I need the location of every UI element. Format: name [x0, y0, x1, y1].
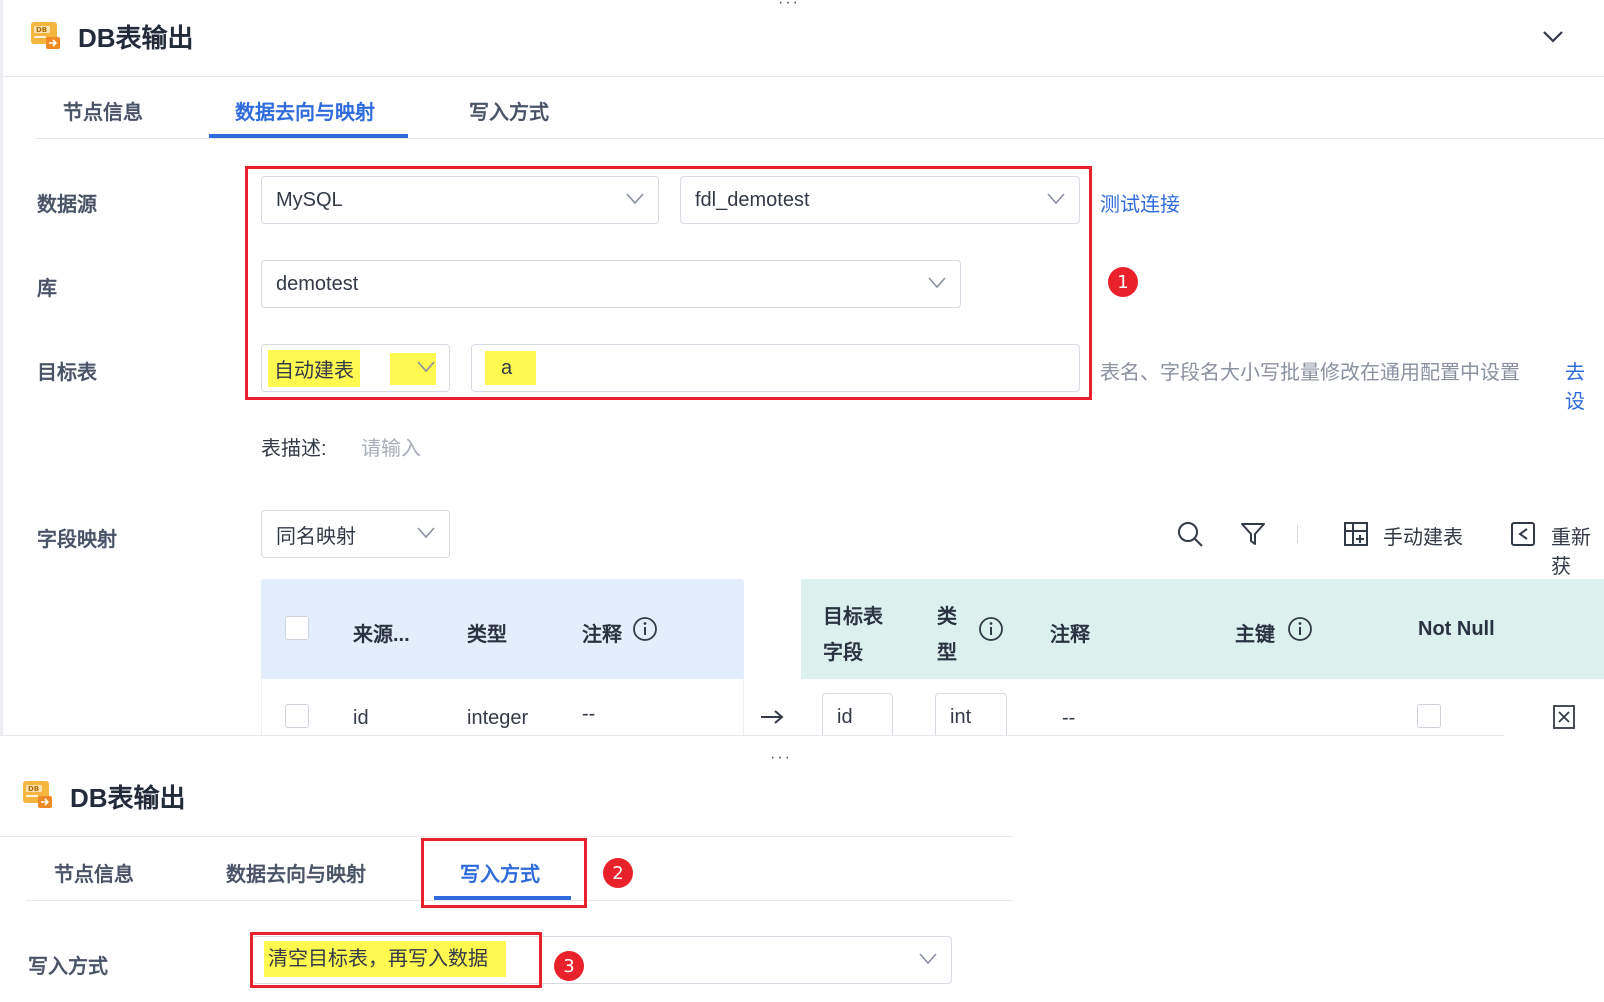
source-select-all-checkbox[interactable]	[285, 616, 309, 640]
field-mapping-mode-value: 同名映射	[276, 525, 356, 548]
drag-handle-dots[interactable]: ···	[778, 0, 800, 12]
source-col-name: 来源...	[353, 624, 410, 646]
source-row-name: id	[353, 707, 369, 729]
table-desc-label: 表描述:	[261, 438, 327, 460]
info-icon	[979, 617, 1003, 641]
target-col-field-line2: 字段	[823, 642, 863, 664]
target-row-comment: --	[1062, 707, 1076, 729]
test-connection-link[interactable]: 测试连接	[1100, 188, 1180, 217]
tabs-divider	[35, 138, 1604, 139]
target-field-value: id	[837, 705, 853, 728]
db-output-icon: DB	[23, 781, 52, 808]
case-setting-hint: 表名、字段名大小写批量修改在通用配置中设置	[1100, 362, 1520, 384]
manual-create-table-icon	[1344, 522, 1368, 546]
toolbar-divider	[1297, 525, 1298, 543]
target-type-input[interactable]: int	[935, 693, 1007, 741]
target-col-type-line1: 类	[937, 606, 957, 628]
db-output-icon: DB	[31, 22, 60, 49]
target-field-input[interactable]: id	[822, 693, 893, 741]
datasource-label: 数据源	[37, 194, 97, 216]
field-mapping-label: 字段映射	[37, 529, 117, 551]
target-col-primary-key: 主键	[1235, 624, 1275, 646]
tab-data-mapping[interactable]: 数据去向与映射	[235, 96, 375, 125]
source-col-type: 类型	[467, 624, 507, 646]
goto-settings-link[interactable]: 去设	[1565, 356, 1604, 414]
header-divider	[0, 836, 1013, 837]
write-mode-label: 写入方式	[28, 956, 108, 978]
info-icon	[1288, 617, 1312, 641]
annotation-box-3	[250, 932, 542, 988]
delete-row-icon[interactable]	[1552, 704, 1576, 730]
source-row-comment: --	[582, 703, 596, 725]
chevron-down-icon	[919, 953, 937, 965]
drag-handle-dots[interactable]: ···	[770, 749, 792, 767]
refresh-fields-button[interactable]: 重新获	[1551, 521, 1604, 579]
target-table-label: 目标表	[37, 362, 97, 384]
source-row-checkbox[interactable]	[285, 704, 309, 728]
target-type-value: int	[950, 705, 972, 728]
annotation-badge-2: 2	[603, 858, 633, 888]
tab-write-mode[interactable]: 写入方式	[469, 96, 549, 125]
source-col-comment: 注释	[582, 624, 622, 646]
header-divider	[3, 76, 1604, 77]
left-border	[0, 0, 3, 735]
annotation-badge-3: 3	[554, 951, 584, 981]
panel-title: DB表输出	[78, 23, 194, 53]
target-col-field-line1: 目标表	[823, 606, 883, 628]
chevron-down-icon	[417, 361, 435, 373]
info-icon	[633, 617, 657, 641]
refresh-icon	[1511, 522, 1535, 546]
arrow-right-icon	[761, 710, 784, 724]
field-mapping-mode-select[interactable]: 同名映射	[261, 510, 450, 558]
svg-text:DB: DB	[36, 26, 47, 34]
annotation-box-1	[245, 166, 1092, 400]
filter-icon[interactable]	[1240, 521, 1266, 547]
tab-node-info[interactable]: 节点信息	[54, 858, 134, 887]
tab-data-mapping[interactable]: 数据去向与映射	[226, 858, 366, 887]
svg-text:DB: DB	[28, 785, 39, 793]
database-label: 库	[37, 278, 57, 300]
chevron-down-icon	[417, 527, 435, 539]
table-desc-input[interactable]: 请输入	[361, 432, 421, 461]
target-col-comment: 注释	[1050, 624, 1090, 646]
collapse-chevron-icon[interactable]	[1542, 30, 1564, 44]
target-col-not-null: Not Null	[1418, 618, 1495, 640]
annotation-badge-1: 1	[1108, 267, 1138, 297]
manual-create-table-button[interactable]: 手动建表	[1383, 521, 1463, 550]
target-col-type-line2: 型	[937, 642, 957, 664]
annotation-box-2	[421, 838, 587, 908]
search-icon[interactable]	[1176, 520, 1204, 548]
panel-title: DB表输出	[70, 783, 186, 813]
not-null-checkbox[interactable]	[1417, 704, 1441, 728]
tab-node-info[interactable]: 节点信息	[63, 96, 143, 125]
source-row-type: integer	[467, 707, 529, 729]
